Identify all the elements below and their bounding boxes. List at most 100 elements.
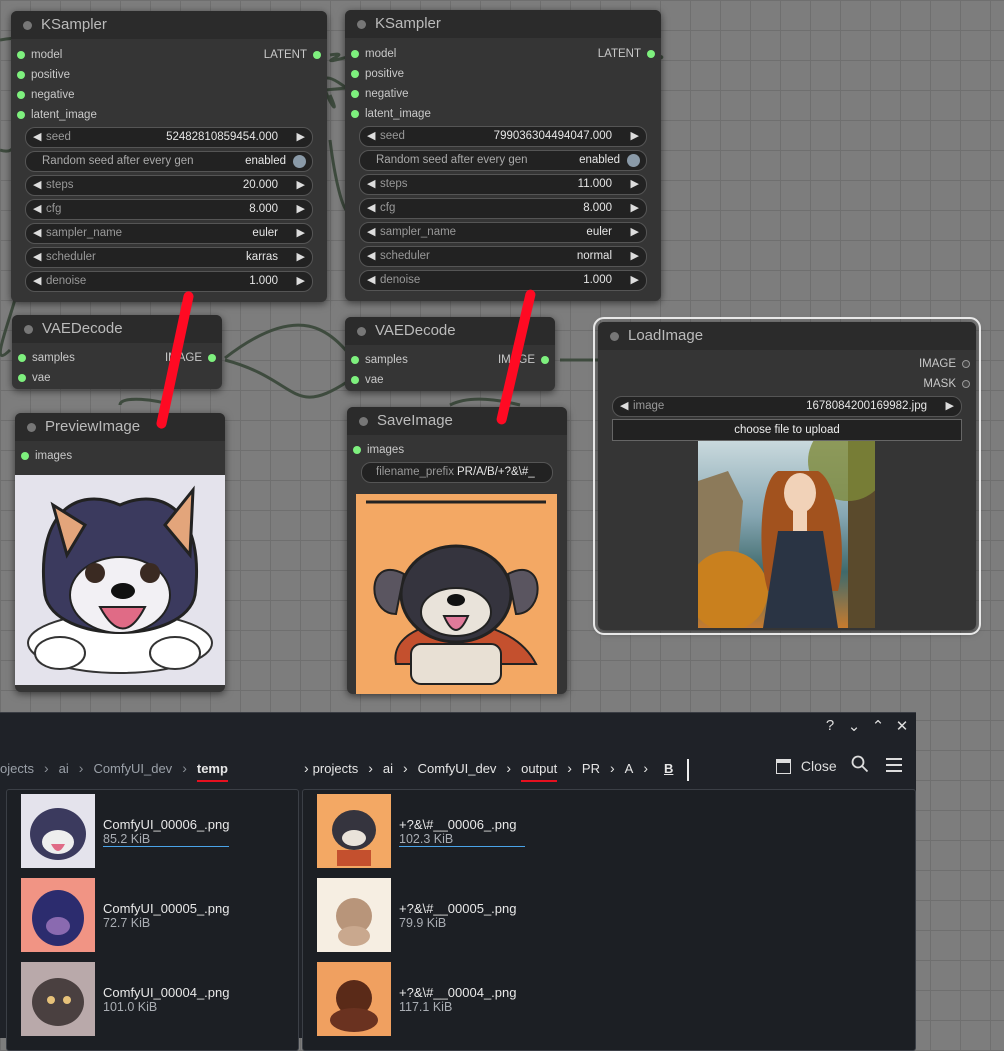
- input-negative[interactable]: negative: [17, 86, 74, 104]
- scheduler-widget[interactable]: ◀ scheduler karras ▶: [25, 247, 313, 268]
- output-image[interactable]: IMAGE: [919, 355, 971, 373]
- list-item[interactable]: ComfyUI_00004_.png 101.0 KiB: [21, 962, 281, 1038]
- crumb-projects[interactable]: projects: [313, 758, 359, 780]
- node-title-bar[interactable]: LoadImage: [598, 322, 976, 350]
- denoise-widget[interactable]: ◀ denoise 1.000 ▶: [25, 271, 313, 292]
- list-item[interactable]: +?&\#__00004_.png 117.1 KiB: [317, 962, 577, 1038]
- close-split-button[interactable]: Close: [776, 757, 837, 774]
- cfg-widget[interactable]: ◀ cfg 8.000 ▶: [25, 199, 313, 220]
- steps-widget[interactable]: ◀ steps 11.000 ▶: [359, 174, 647, 195]
- decrement-arrow-icon[interactable]: ◀: [367, 199, 375, 218]
- sampler-name-widget[interactable]: ◀ sampler_name euler ▶: [25, 223, 313, 244]
- list-item[interactable]: ComfyUI_00005_.png 72.7 KiB: [21, 878, 281, 954]
- steps-widget[interactable]: ◀ steps 20.000 ▶: [25, 175, 313, 196]
- image-select-widget[interactable]: ◀ image 1678084200169982.jpg ▶: [612, 396, 962, 417]
- input-positive[interactable]: positive: [351, 65, 404, 83]
- seed-widget[interactable]: ◀ seed 799036304494047.000 ▶: [359, 126, 647, 147]
- output-image[interactable]: IMAGE: [498, 351, 550, 369]
- increment-arrow-icon[interactable]: ▶: [631, 223, 639, 242]
- collapse-dot-icon[interactable]: [357, 327, 366, 336]
- decrement-arrow-icon[interactable]: ◀: [367, 223, 375, 242]
- input-samples[interactable]: samples: [351, 351, 408, 369]
- increment-arrow-icon[interactable]: ▶: [297, 272, 305, 291]
- increment-arrow-icon[interactable]: ▶: [631, 175, 639, 194]
- increment-arrow-icon[interactable]: ▶: [297, 200, 305, 219]
- preview-image-node[interactable]: PreviewImage images: [15, 413, 225, 692]
- node-title-bar[interactable]: KSampler: [11, 11, 327, 39]
- decrement-arrow-icon[interactable]: ◀: [367, 247, 375, 266]
- node-title-bar[interactable]: PreviewImage: [15, 413, 225, 441]
- toggle-knob[interactable]: [293, 155, 306, 168]
- load-image-node[interactable]: LoadImage IMAGE MASK ◀ image 1678084200169…: [593, 317, 981, 635]
- collapse-dot-icon[interactable]: [610, 332, 619, 341]
- crumb-projects[interactable]: ojects: [0, 758, 34, 780]
- input-images[interactable]: images: [353, 441, 404, 459]
- filename-prefix-field[interactable]: filename_prefix PR/A/B/+?&\#_: [361, 462, 553, 483]
- random-seed-toggle[interactable]: Random seed after every gen enabled: [359, 150, 647, 171]
- search-icon[interactable]: [851, 755, 869, 776]
- crumb-temp[interactable]: temp: [196, 758, 228, 782]
- sampler-name-widget[interactable]: ◀ sampler_name euler ▶: [359, 222, 647, 243]
- input-negative[interactable]: negative: [351, 85, 408, 103]
- decrement-arrow-icon[interactable]: ◀: [33, 224, 41, 243]
- list-item[interactable]: ComfyUI_00006_.png 85.2 KiB: [21, 794, 281, 870]
- list-item[interactable]: +?&\#__00006_.png 102.3 KiB: [317, 794, 577, 870]
- input-model[interactable]: model: [351, 45, 396, 63]
- input-model[interactable]: model: [17, 46, 62, 64]
- decrement-arrow-icon[interactable]: ◀: [33, 272, 41, 291]
- help-icon[interactable]: ?: [820, 717, 840, 734]
- scheduler-widget[interactable]: ◀ scheduler normal ▶: [359, 246, 647, 267]
- crumb-output[interactable]: output: [521, 758, 558, 782]
- increment-arrow-icon[interactable]: ▶: [297, 176, 305, 195]
- close-icon[interactable]: ✕: [892, 717, 912, 735]
- collapse-dot-icon[interactable]: [24, 325, 33, 334]
- denoise-widget[interactable]: ◀ denoise 1.000 ▶: [359, 270, 647, 291]
- decrement-arrow-icon[interactable]: ◀: [367, 175, 375, 194]
- output-latent[interactable]: LATENT: [264, 46, 322, 64]
- increment-arrow-icon[interactable]: ▶: [297, 128, 305, 147]
- output-latent[interactable]: LATENT: [598, 45, 656, 63]
- input-latent-image[interactable]: latent_image: [351, 105, 431, 123]
- save-image-node[interactable]: SaveImage images filename_prefix PR/A/B/+…: [347, 407, 567, 694]
- decrement-arrow-icon[interactable]: ◀: [620, 397, 628, 416]
- list-item[interactable]: +?&\#__00005_.png 79.9 KiB: [317, 878, 577, 954]
- input-samples[interactable]: samples: [18, 349, 75, 367]
- input-positive[interactable]: positive: [17, 66, 70, 84]
- node-title-bar[interactable]: SaveImage: [347, 407, 567, 435]
- left-file-list[interactable]: ComfyUI_00006_.png 85.2 KiB ComfyUI_0000…: [6, 789, 299, 1051]
- cfg-widget[interactable]: ◀ cfg 8.000 ▶: [359, 198, 647, 219]
- increment-arrow-icon[interactable]: ▶: [631, 199, 639, 218]
- decrement-arrow-icon[interactable]: ◀: [33, 200, 41, 219]
- crumb-b[interactable]: B: [664, 758, 673, 780]
- collapse-dot-icon[interactable]: [27, 423, 36, 432]
- toggle-knob[interactable]: [627, 154, 640, 167]
- node-title-bar[interactable]: VAEDecode: [12, 315, 222, 343]
- choose-file-button[interactable]: choose file to upload: [612, 419, 962, 441]
- ksampler-node-2[interactable]: KSampler model positive negative latent_…: [345, 10, 661, 301]
- crumb-comfyui-dev[interactable]: ComfyUI_dev: [418, 758, 497, 780]
- node-title-bar[interactable]: KSampler: [345, 10, 661, 38]
- increment-arrow-icon[interactable]: ▶: [297, 224, 305, 243]
- input-images[interactable]: images: [21, 447, 72, 465]
- random-seed-toggle[interactable]: Random seed after every gen enabled: [25, 151, 313, 172]
- file-browser-panel[interactable]: ? ⌄ ⌃ ✕ ojects › ai › ComfyUI_dev › temp › proj…: [0, 712, 916, 1051]
- hamburger-menu-icon[interactable]: [886, 758, 902, 775]
- decrement-arrow-icon[interactable]: ◀: [33, 128, 41, 147]
- collapse-dot-icon[interactable]: [23, 21, 32, 30]
- crumb-pr[interactable]: PR: [582, 758, 600, 780]
- crumb-ai[interactable]: ai: [383, 758, 393, 780]
- ksampler-node-1[interactable]: KSampler model positive negative latent_…: [11, 11, 327, 302]
- increment-arrow-icon[interactable]: ▶: [297, 248, 305, 267]
- decrement-arrow-icon[interactable]: ◀: [33, 176, 41, 195]
- chevron-down-icon[interactable]: ⌄: [844, 717, 864, 735]
- increment-arrow-icon[interactable]: ▶: [946, 397, 954, 416]
- input-vae[interactable]: vae: [351, 371, 384, 389]
- input-vae[interactable]: vae: [18, 369, 51, 387]
- increment-arrow-icon[interactable]: ▶: [631, 127, 639, 146]
- decrement-arrow-icon[interactable]: ◀: [367, 271, 375, 290]
- crumb-comfyui-dev[interactable]: ComfyUI_dev: [93, 758, 172, 780]
- collapse-dot-icon[interactable]: [359, 417, 368, 426]
- chevron-up-icon[interactable]: ⌃: [868, 717, 888, 735]
- right-file-list[interactable]: +?&\#__00006_.png 102.3 KiB +?&\#__00005…: [302, 789, 916, 1051]
- vaedecode-node-1[interactable]: VAEDecode samples vae IMAGE: [12, 315, 222, 389]
